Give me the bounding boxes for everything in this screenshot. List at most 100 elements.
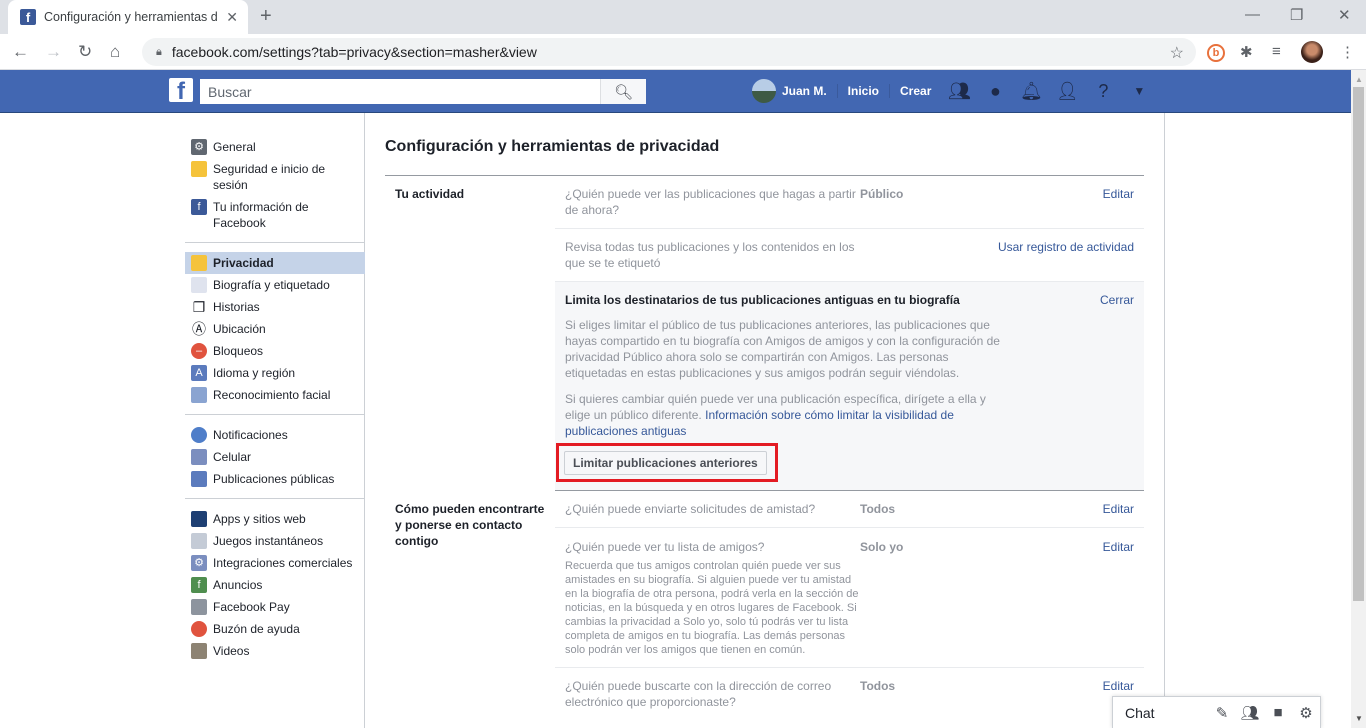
account-menu-chevron-icon[interactable]: ▼ — [1121, 84, 1157, 98]
sidebar-item[interactable]: Juegos instantáneos — [185, 530, 365, 552]
close-link[interactable]: Cerrar — [1100, 292, 1134, 308]
limit-past-posts-panel: Limita los destinatarios de tus publicac… — [555, 282, 1144, 491]
browser-tab[interactable]: f Configuración y herramientas de ✕ — [8, 0, 248, 34]
sidebar-group: ⚙ General Seguridad e inicio de sesión f Tu … — [185, 113, 365, 243]
sidebar-item[interactable]: Reconocimiento facial — [185, 384, 365, 406]
restore-icon[interactable]: ❐ — [1290, 6, 1303, 24]
section-how-people-find-you: Cómo pueden encontrarte y ponerse en con… — [385, 491, 1144, 720]
setting-value: Todos — [860, 679, 896, 693]
setting-question: ¿Quién puede buscarte con la dirección d… — [565, 679, 832, 709]
film-icon — [191, 643, 207, 659]
sidebar-item-label: Historias — [213, 300, 260, 314]
help-icon[interactable]: ? — [1085, 81, 1121, 102]
setting-description: Recuerda que tus amigos controlan quién … — [565, 560, 859, 656]
home-link[interactable]: Inicio — [838, 84, 891, 98]
profile-link[interactable]: Juan M. — [782, 84, 838, 98]
section-label: Tu actividad — [395, 187, 465, 201]
chrome-menu-icon[interactable]: ⋮ — [1340, 43, 1355, 61]
sidebar-item[interactable]: Notificaciones — [185, 424, 365, 446]
sidebar-item[interactable]: Biografía y etiquetado — [185, 274, 365, 296]
sidebar-item[interactable]: Celular — [185, 446, 365, 468]
setting-value: Solo yo — [860, 540, 904, 554]
create-link[interactable]: Crear — [890, 84, 941, 98]
create-group-icon[interactable]: 👥︎ — [1236, 704, 1264, 722]
facebook-logo-icon[interactable]: f — [169, 78, 193, 102]
chat-settings-gear-icon[interactable]: ⚙ — [1292, 704, 1320, 722]
sidebar-item[interactable]: A Idioma y región — [185, 362, 365, 384]
panel-description: Si eliges limitar el público de tus publ… — [565, 318, 1000, 380]
search-input[interactable] — [200, 79, 600, 104]
url-text: facebook.com/settings?tab=privacy&sectio… — [171, 44, 537, 60]
forward-icon[interactable]: → — [45, 42, 62, 62]
panel-description-2: Si quieres cambiar quién puede ver una p… — [565, 391, 1005, 439]
sidebar-item[interactable]: ❐ Historias — [185, 296, 365, 318]
sidebar-item[interactable]: Apps y sitios web — [185, 508, 365, 530]
timeline-icon — [191, 277, 207, 293]
bookmark-star-icon[interactable]: ☆ — [1170, 43, 1184, 63]
browser-tab-bar: f Configuración y herramientas de ✕ + — … — [0, 0, 1366, 34]
setting-row: ¿Quién puede ver tu lista de amigos? Rec… — [555, 528, 1144, 668]
minimize-icon[interactable]: — — [1245, 6, 1260, 23]
sidebar-item[interactable]: Privacidad — [185, 252, 365, 274]
lifebuoy-icon — [191, 621, 207, 637]
profile-avatar[interactable] — [1301, 41, 1323, 63]
chat-bar[interactable]: Chat ✎ 👥︎ ■ ⚙ — [1112, 696, 1321, 728]
close-tab-icon[interactable]: ✕ — [226, 9, 238, 26]
new-tab-icon[interactable]: + — [260, 5, 272, 28]
sidebar-item[interactable]: Seguridad e inicio de sesión — [185, 158, 365, 196]
sidebar-item-label: Juegos instantáneos — [213, 534, 324, 548]
section-label: Cómo pueden encontrarte y ponerse en con… — [395, 502, 545, 548]
setting-question: Revisa todas tus publicaciones y los con… — [565, 240, 855, 270]
home-icon[interactable]: ⌂ — [110, 42, 120, 62]
sidebar-item-label: Notificaciones — [213, 428, 288, 442]
user-avatar[interactable] — [752, 79, 776, 103]
sidebar-item[interactable]: ⚙ General — [185, 136, 365, 158]
back-icon[interactable]: ← — [12, 42, 29, 62]
sidebar-item[interactable]: Buzón de ayuda — [185, 618, 365, 640]
extensions-puzzle-icon[interactable]: ✱ — [1240, 43, 1253, 61]
sidebar-item[interactable]: f Anuncios — [185, 574, 365, 596]
scroll-down-icon[interactable]: ▼ — [1355, 714, 1363, 723]
sidebar-item-label: Reconocimiento facial — [213, 388, 331, 402]
setting-value: Todos — [860, 502, 896, 516]
extension-b-icon[interactable]: b — [1207, 44, 1225, 62]
video-call-icon[interactable]: ■ — [1264, 704, 1292, 721]
setting-value — [860, 239, 980, 271]
sidebar-item[interactable]: – Bloqueos — [185, 340, 365, 362]
search-icon[interactable]: 🔍︎ — [600, 79, 646, 104]
new-message-icon[interactable]: ✎ — [1208, 704, 1236, 722]
media-queue-icon[interactable]: ≡ — [1272, 43, 1281, 60]
scrollbar-thumb[interactable] — [1353, 87, 1364, 601]
business-gear-icon: ⚙ — [191, 555, 207, 571]
notifications-bell-icon[interactable]: 🔔︎ — [1013, 81, 1049, 102]
sidebar-item[interactable]: Videos — [185, 640, 365, 662]
activity-log-link[interactable]: Usar registro de actividad — [980, 239, 1134, 271]
settings-sidebar: ⚙ General Seguridad e inicio de sesión f Tu … — [185, 113, 365, 679]
edit-link[interactable]: Editar — [980, 539, 1134, 657]
sidebar-item-label: Publicaciones públicas — [213, 472, 335, 486]
edit-link[interactable]: Editar — [980, 678, 1134, 710]
messenger-icon[interactable]: ● — [977, 81, 1013, 102]
address-bar[interactable]: 🔒︎ facebook.com/settings?tab=privacy&sec… — [142, 38, 1196, 66]
apps-icon — [191, 511, 207, 527]
page-scrollbar[interactable]: ▲ ▼ — [1351, 70, 1366, 728]
quick-help-people-icon[interactable]: 👤︎ — [1049, 81, 1085, 102]
scroll-up-icon[interactable]: ▲ — [1355, 75, 1363, 84]
rss-icon — [191, 471, 207, 487]
sidebar-item[interactable]: f Tu información de Facebook — [185, 196, 365, 234]
close-window-icon[interactable]: ✕ — [1338, 6, 1351, 24]
facebook-icon: f — [191, 199, 207, 215]
sidebar-item[interactable]: Ⓐ Ubicación — [185, 318, 365, 340]
sidebar-item[interactable]: Facebook Pay — [185, 596, 365, 618]
sidebar-group: Notificaciones Celular Publicaciones públi… — [185, 424, 365, 499]
reload-icon[interactable]: ↻ — [78, 42, 92, 62]
edit-link[interactable]: Editar — [980, 186, 1134, 218]
gamepad-icon — [191, 533, 207, 549]
limit-past-posts-button[interactable]: Limitar publicaciones anteriores — [564, 451, 767, 475]
sidebar-item[interactable]: ⚙ Integraciones comerciales — [185, 552, 365, 574]
sidebar-item[interactable]: Publicaciones públicas — [185, 468, 365, 490]
lock-icon: 🔒︎ — [156, 45, 162, 58]
friend-requests-icon[interactable]: 👥︎ — [941, 81, 977, 102]
sidebar-item-label: Integraciones comerciales — [213, 556, 353, 570]
edit-link[interactable]: Editar — [980, 501, 1134, 517]
